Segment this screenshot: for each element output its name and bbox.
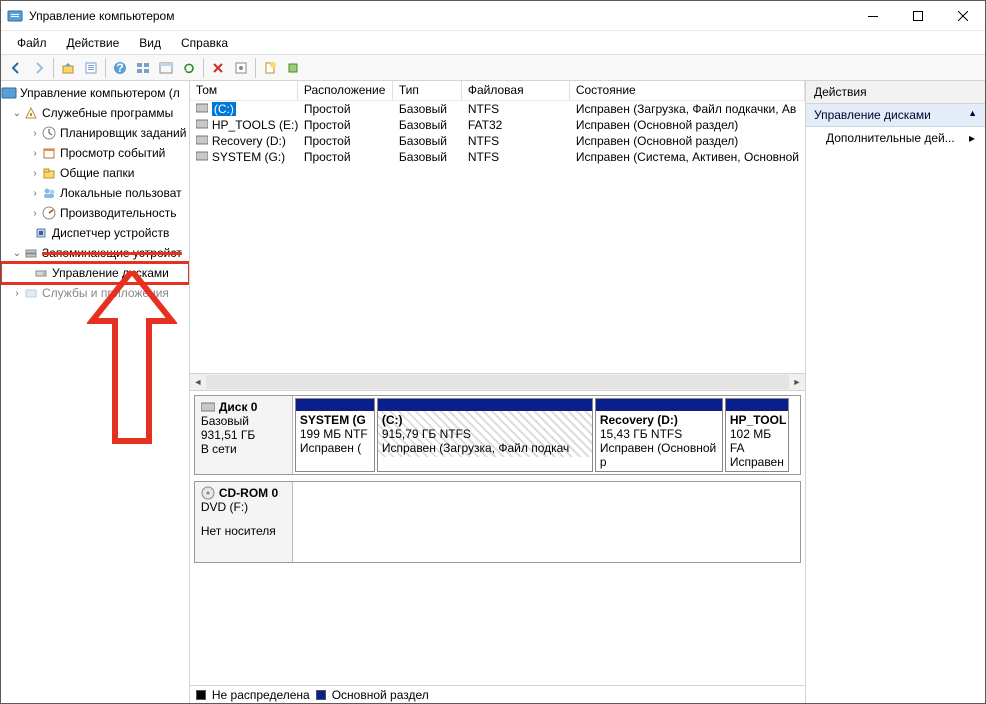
window-title: Управление компьютером — [29, 9, 850, 23]
tree-storage[interactable]: ⌄Запоминающие устройст — [1, 243, 189, 263]
tree-shared[interactable]: ›Общие папки — [1, 163, 189, 183]
close-button[interactable] — [940, 1, 985, 30]
volume-list: (C:)ПростойБазовыйNTFSИсправен (Загрузка… — [190, 101, 805, 373]
volume-row[interactable]: HP_TOOLS (E:)ПростойБазовыйFAT32Исправен… — [190, 117, 805, 133]
help-button[interactable]: ? — [109, 57, 131, 79]
actions-pane: Действия Управление дисками ▲ Дополнител… — [806, 81, 985, 703]
cdrom-row[interactable]: CD-ROM 0 DVD (F:) Нет носителя — [194, 481, 801, 563]
app-icon — [7, 8, 23, 24]
list-button[interactable] — [155, 57, 177, 79]
col-fs[interactable]: Файловая система — [462, 81, 570, 100]
disk0-row[interactable]: Диск 0 Базовый 931,51 ГБ В сети SYSTEM (… — [194, 395, 801, 475]
svg-text:?: ? — [116, 61, 123, 75]
disk0-info: Диск 0 Базовый 931,51 ГБ В сети — [195, 396, 293, 474]
col-rasp[interactable]: Расположение — [298, 81, 393, 100]
partition[interactable]: Recovery (D:)15,43 ГБ NTFSИсправен (Осно… — [595, 398, 723, 472]
volume-row[interactable]: (C:)ПростойБазовыйNTFSИсправен (Загрузка… — [190, 101, 805, 117]
actions-header: Действия — [806, 81, 985, 104]
tree-events[interactable]: ›Просмотр событий — [1, 143, 189, 163]
menu-action[interactable]: Действие — [57, 34, 130, 52]
tree-pane: Управление компьютером (л ⌄ Служебные пр… — [1, 81, 190, 703]
legend-unalloc-swatch — [196, 690, 206, 700]
legend: Не распределена Основной раздел — [190, 685, 805, 703]
partition[interactable]: HP_TOOL102 МБ FAИсправен — [725, 398, 789, 472]
refresh-button[interactable] — [178, 57, 200, 79]
view-options-button[interactable] — [132, 57, 154, 79]
tree-scheduler[interactable]: ›Планировщик заданий — [1, 123, 189, 143]
col-sost[interactable]: Состояние — [570, 81, 805, 100]
action-button[interactable] — [282, 57, 304, 79]
expand-icon[interactable]: › — [29, 168, 41, 179]
tree-users[interactable]: ›Локальные пользоват — [1, 183, 189, 203]
cdrom-info: CD-ROM 0 DVD (F:) Нет носителя — [195, 482, 293, 562]
settings-button[interactable] — [230, 57, 252, 79]
col-tom[interactable]: Том — [190, 81, 298, 100]
menubar: Файл Действие Вид Справка — [1, 31, 985, 55]
legend-primary-swatch — [316, 690, 326, 700]
menu-view[interactable]: Вид — [129, 34, 171, 52]
cdrom-icon — [201, 486, 215, 500]
collapse-icon[interactable]: ⌄ — [11, 248, 23, 259]
volume-row[interactable]: Recovery (D:)ПростойБазовыйNTFSИсправен … — [190, 133, 805, 149]
tree-util[interactable]: ⌄ Служебные программы — [1, 103, 189, 123]
up-button[interactable] — [57, 57, 79, 79]
collapse-icon[interactable]: ⌄ — [11, 108, 23, 119]
disk-graphical-view: Диск 0 Базовый 931,51 ГБ В сети SYSTEM (… — [190, 391, 805, 685]
toolbar: ? — [1, 55, 985, 81]
volume-row[interactable]: SYSTEM (G:)ПростойБазовыйNTFSИсправен (С… — [190, 149, 805, 165]
expand-icon[interactable]: › — [29, 148, 41, 159]
delete-button[interactable] — [207, 57, 229, 79]
menu-help[interactable]: Справка — [171, 34, 238, 52]
actions-more[interactable]: Дополнительные дей... ▸ — [806, 127, 985, 149]
menu-file[interactable]: Файл — [7, 34, 57, 52]
scroll-left-icon[interactable]: ◄ — [190, 377, 206, 387]
minimize-button[interactable] — [850, 1, 895, 30]
forward-button[interactable] — [28, 57, 50, 79]
back-button[interactable] — [5, 57, 27, 79]
expand-icon[interactable]: › — [29, 188, 41, 199]
tree-perf[interactable]: ›Производительность — [1, 203, 189, 223]
collapse-icon: ▲ — [968, 108, 977, 122]
col-tip[interactable]: Тип — [393, 81, 462, 100]
partition[interactable]: (C:)915,79 ГБ NTFSИсправен (Загрузка, Фа… — [377, 398, 593, 472]
expand-icon[interactable]: › — [29, 128, 41, 139]
main-pane: Том Расположение Тип Файловая система Со… — [190, 81, 806, 703]
tree-root[interactable]: Управление компьютером (л — [1, 83, 189, 103]
partition[interactable]: SYSTEM (G199 МБ NTFИсправен ( — [295, 398, 375, 472]
properties-button[interactable] — [80, 57, 102, 79]
maximize-button[interactable] — [895, 1, 940, 30]
volume-header: Том Расположение Тип Файловая система Со… — [190, 81, 805, 101]
tree-diskmgmt[interactable]: Управление дисками — [1, 263, 189, 283]
expand-icon[interactable]: › — [11, 288, 23, 299]
tree-devmgr[interactable]: Диспетчер устройств — [1, 223, 189, 243]
disk-icon — [201, 402, 215, 412]
scroll-right-icon[interactable]: ► — [789, 377, 805, 387]
tree-services[interactable]: ›Службы и приложения — [1, 283, 189, 303]
titlebar: Управление компьютером — [1, 1, 985, 31]
chevron-right-icon: ▸ — [969, 131, 975, 145]
new-button[interactable] — [259, 57, 281, 79]
actions-group-diskmgmt[interactable]: Управление дисками ▲ — [806, 104, 985, 127]
h-scrollbar[interactable]: ◄ ► — [190, 373, 805, 391]
expand-icon[interactable]: › — [29, 208, 41, 219]
